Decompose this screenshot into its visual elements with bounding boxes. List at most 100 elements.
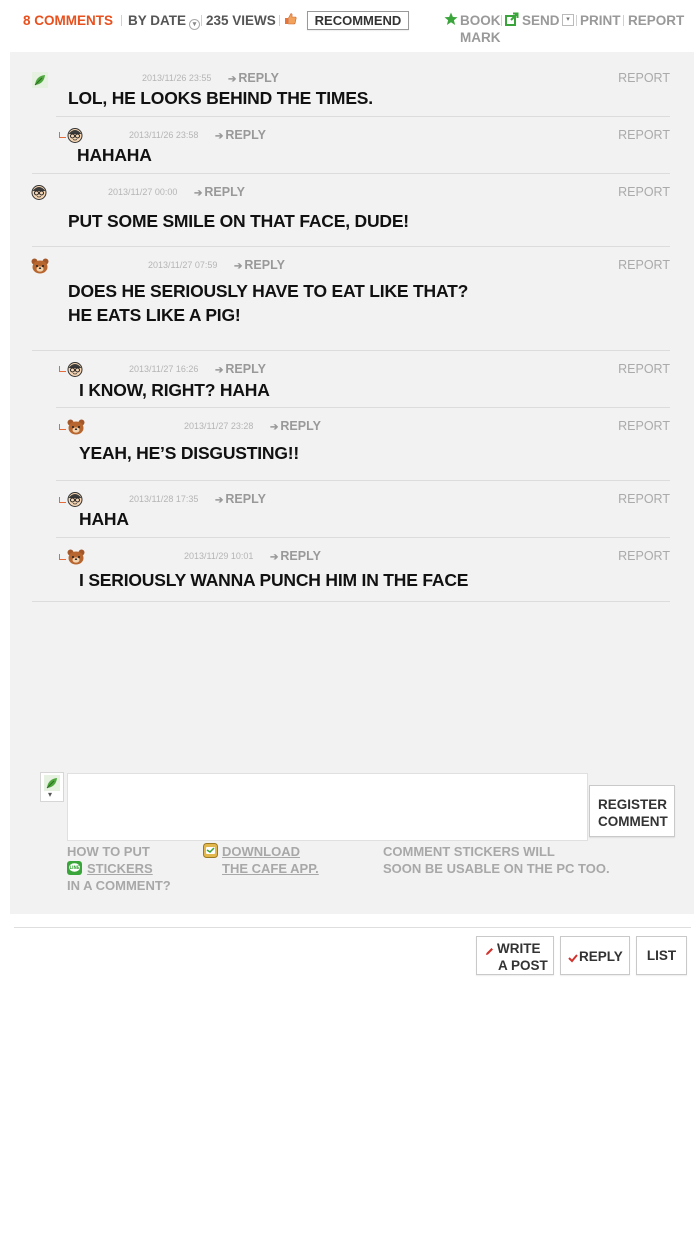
- reply-hook-icon: [59, 366, 66, 372]
- divider: [576, 15, 577, 26]
- leaf-icon: [32, 72, 48, 88]
- glasses-face-icon: [67, 361, 83, 377]
- reply-hook-icon: [59, 497, 66, 503]
- reply-link[interactable]: ➔ REPLY: [234, 258, 285, 274]
- chevron-down-icon: ▾: [189, 19, 201, 30]
- reply-arrow-icon: ➔: [270, 552, 279, 563]
- svg-text:LINE: LINE: [69, 865, 79, 870]
- reply-post-button[interactable]: REPLY: [560, 936, 630, 975]
- reply-arrow-icon: ➔: [270, 422, 279, 433]
- bookmark-link[interactable]: BOOK MARK: [460, 12, 501, 46]
- comment-count-link[interactable]: 8 COMMENTS: [23, 12, 113, 29]
- reply-link[interactable]: ➔ REPLY: [215, 128, 266, 144]
- report-link[interactable]: REPORT: [618, 492, 670, 506]
- comment-divider: [32, 350, 670, 351]
- bear-icon: [67, 549, 85, 565]
- reply-arrow-icon: ➔: [215, 131, 224, 142]
- checkmark-icon: [568, 950, 578, 963]
- reply-arrow-icon: ➔: [215, 495, 224, 506]
- report-link[interactable]: REPORT: [618, 419, 670, 433]
- reply-link[interactable]: ➔ REPLY: [215, 362, 266, 378]
- pc-sticker-notice: COMMENT STICKERS WILL SOON BE USABLE ON T…: [383, 844, 610, 876]
- comment-text: I SERIOUSLY WANNA PUNCH HIM IN THE FACE: [79, 570, 469, 590]
- comment-text: DOES HE SERIOUSLY HAVE TO EAT LIKE THAT?…: [68, 281, 469, 325]
- divider: [279, 15, 280, 26]
- thumbs-up-icon: [284, 12, 297, 25]
- comment-divider: [56, 116, 670, 117]
- comment-date: 2013/11/28 17:35: [129, 494, 199, 504]
- comment-text: I KNOW, RIGHT? HAHA: [79, 380, 270, 400]
- comment-date: 2013/11/26 23:55: [142, 73, 212, 83]
- comment-divider: [32, 173, 670, 174]
- register-comment-button[interactable]: REGISTER COMMENT: [589, 785, 675, 837]
- reply-arrow-icon: ➔: [215, 365, 224, 376]
- comment-divider: [56, 537, 670, 538]
- glasses-face-icon: [67, 491, 83, 507]
- send-dropdown-icon[interactable]: ▾: [562, 14, 574, 26]
- list-button[interactable]: LIST: [636, 936, 687, 975]
- divider: [623, 15, 624, 26]
- reply-hook-icon: [59, 554, 66, 560]
- report-link[interactable]: REPORT: [618, 128, 670, 142]
- leaf-icon: [44, 775, 60, 791]
- post-toolbar: 8 COMMENTS BY DATE ▾ 235 VIEWS RECOMMEND …: [0, 0, 700, 50]
- comment-text: LOL, HE LOOKS BEHIND THE TIMES.: [68, 88, 373, 108]
- reply-hook-icon: [59, 424, 66, 430]
- comment-date: 2013/11/27 23:28: [184, 421, 254, 431]
- comment-date: 2013/11/29 10:01: [184, 551, 254, 561]
- bear-icon: [31, 258, 49, 274]
- bear-icon: [67, 419, 85, 435]
- print-link[interactable]: PRINT: [580, 12, 621, 29]
- cafe-app-icon: [203, 843, 218, 858]
- reply-link[interactable]: ➔ REPLY: [270, 419, 321, 435]
- divider: [121, 15, 122, 26]
- share-icon: [505, 12, 519, 26]
- sticker-help-text: IN A COMMENT?: [67, 878, 171, 893]
- comment-date: 2013/11/27 16:26: [129, 364, 199, 374]
- line-sticker-icon: LINE: [67, 861, 82, 875]
- reply-arrow-icon: ➔: [194, 188, 203, 199]
- star-icon: [444, 12, 458, 26]
- comment-input[interactable]: [67, 773, 588, 841]
- reply-arrow-icon: ➔: [234, 261, 243, 272]
- comment-divider: [56, 407, 670, 408]
- report-link[interactable]: REPORT: [618, 258, 670, 272]
- comment-text: HAHAHA: [77, 145, 152, 165]
- reply-hook-icon: [59, 132, 66, 138]
- comment-date: 2013/11/26 23:58: [129, 130, 199, 140]
- comment-divider: [32, 601, 670, 602]
- chevron-down-icon: ▾: [48, 790, 53, 799]
- report-link[interactable]: REPORT: [618, 362, 670, 376]
- write-post-button[interactable]: WRITE A POST: [476, 936, 554, 975]
- sort-by-date-dropdown[interactable]: BY DATE ▾: [128, 12, 201, 30]
- report-link[interactable]: REPORT: [618, 71, 670, 85]
- reply-link[interactable]: ➔ REPLY: [194, 185, 245, 201]
- divider: [501, 15, 502, 26]
- reply-arrow-icon: ➔: [228, 74, 237, 85]
- sticker-picker-button[interactable]: ▾: [40, 772, 64, 802]
- report-post-link[interactable]: REPORT: [628, 12, 684, 29]
- recommend-button[interactable]: RECOMMEND: [307, 11, 409, 30]
- glasses-face-icon: [67, 127, 83, 143]
- comment-divider: [32, 246, 670, 247]
- download-cafe-app-link[interactable]: DOWNLOAD THE CAFE APP.: [222, 843, 319, 877]
- stickers-help-link[interactable]: STICKERS: [87, 860, 153, 877]
- comment-text: YEAH, HE’S DISGUSTING!!: [79, 443, 300, 463]
- glasses-face-icon: [31, 184, 47, 200]
- reply-link[interactable]: ➔ REPLY: [215, 492, 266, 508]
- reply-link[interactable]: ➔ REPLY: [270, 549, 321, 565]
- send-link[interactable]: SEND: [522, 12, 560, 29]
- comment-date: 2013/11/27 07:59: [148, 260, 218, 270]
- comment-panel: 2013/11/26 23:55 ➔ REPLY REPORT LOL, HE L…: [10, 52, 694, 914]
- reply-link[interactable]: ➔ REPLY: [228, 71, 279, 87]
- comment-date: 2013/11/27 00:00: [108, 187, 178, 197]
- comment-text: PUT SOME SMILE ON THAT FACE, DUDE!: [68, 211, 409, 231]
- pencil-icon: [485, 943, 494, 955]
- report-link[interactable]: REPORT: [618, 185, 670, 199]
- report-link[interactable]: REPORT: [618, 549, 670, 563]
- divider: [201, 15, 202, 26]
- comment-divider: [56, 480, 670, 481]
- footer-divider: [14, 927, 691, 928]
- comment-text: HAHA: [79, 509, 129, 529]
- sticker-help-text: HOW TO PUT: [67, 844, 150, 859]
